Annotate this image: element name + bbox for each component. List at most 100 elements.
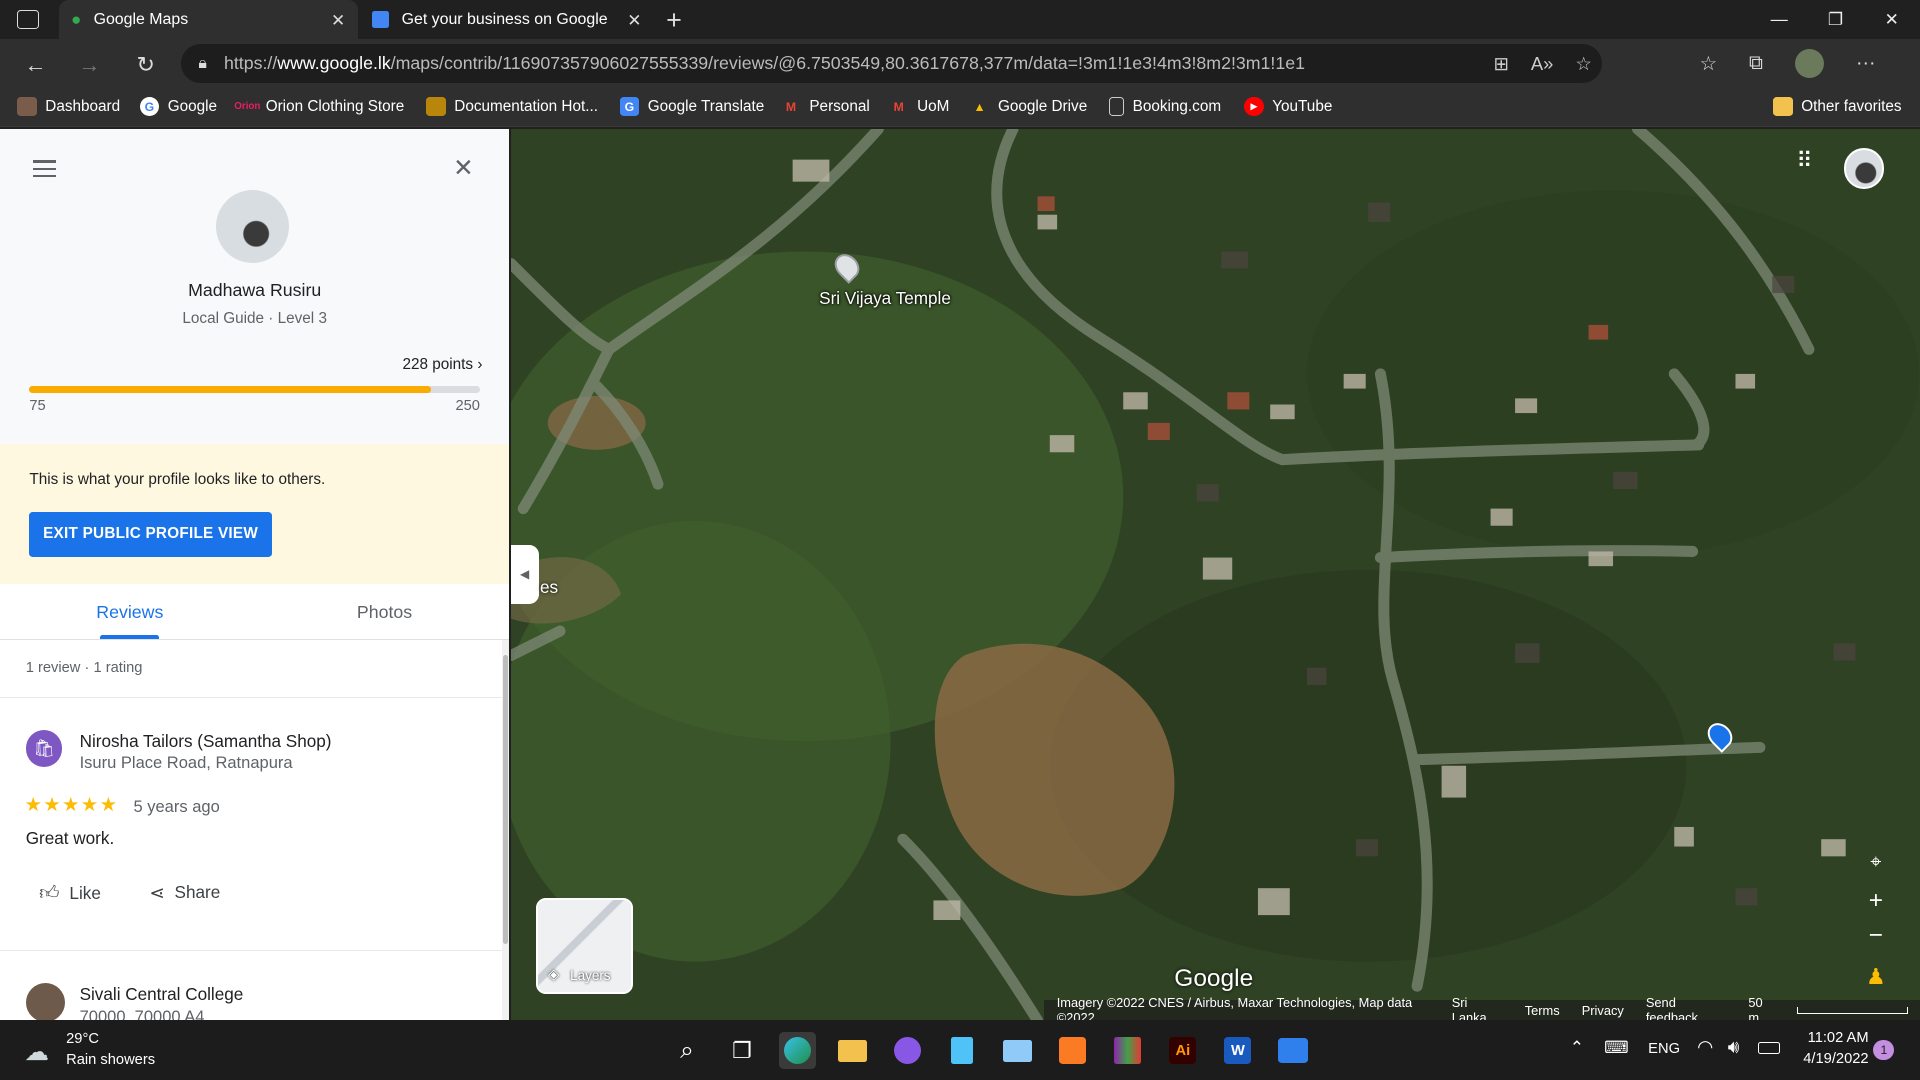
notepad-icon[interactable] <box>944 1032 981 1069</box>
add-favorite-icon[interactable]: ☆ <box>1575 53 1591 75</box>
edge-icon[interactable] <box>778 1032 816 1069</box>
account-avatar[interactable] <box>1844 148 1885 189</box>
illustrator-icon[interactable]: Ai <box>1164 1032 1201 1069</box>
feedback-link[interactable]: Send feedback <box>1646 995 1727 1020</box>
bookmark-label: Orion Clothing Store <box>265 97 405 115</box>
minimize-icon[interactable]: — <box>1751 0 1807 39</box>
thumbs-up-icon: 👍︎ <box>39 881 60 904</box>
notification-badge[interactable]: 1 <box>1873 1039 1895 1061</box>
profile-name: Madhawa Rusiru <box>188 280 322 301</box>
bookmark-translate[interactable]: G Google Translate <box>619 88 764 125</box>
file-explorer-icon[interactable] <box>834 1032 871 1069</box>
weather-desc[interactable]: Rain showers <box>66 1052 155 1068</box>
close-icon[interactable]: ✕ <box>453 153 474 183</box>
review-place-name[interactable]: Nirosha Tailors (Samantha Shop) <box>80 731 332 752</box>
scrollbar-thumb[interactable] <box>503 655 509 945</box>
volume-icon[interactable]: 🔊︎ <box>1728 1036 1740 1058</box>
share-icon: ⋖ <box>149 881 165 903</box>
close-tab-icon[interactable]: ✕ <box>627 10 641 31</box>
bookmark-booking[interactable]: Booking.com <box>1109 88 1221 125</box>
favorites-icon[interactable]: ☆ <box>1700 52 1718 76</box>
close-tab-icon[interactable]: ✕ <box>331 10 345 31</box>
bookmark-documentation[interactable]: Documentation Hot... <box>426 88 598 125</box>
review-card: Sivali Central College 70000, 70000 A4 <box>0 951 502 1020</box>
more-menu-icon[interactable]: ··· <box>1856 52 1876 75</box>
profile-avatar-icon[interactable] <box>1794 48 1825 79</box>
start-icon[interactable] <box>612 1032 649 1069</box>
keyboard-icon[interactable]: ⌨ <box>1604 1037 1629 1058</box>
language-indicator[interactable]: ENG <box>1648 1041 1680 1057</box>
close-window-icon[interactable]: ✕ <box>1864 0 1920 39</box>
exit-public-profile-button[interactable]: EXIT PUBLIC PROFILE VIEW <box>29 511 272 558</box>
menu-icon[interactable] <box>33 160 57 178</box>
pegman-icon[interactable]: ♟ <box>1859 960 1893 994</box>
documentation-icon <box>426 96 446 117</box>
word-icon[interactable]: W <box>1220 1032 1257 1069</box>
apps-available-icon[interactable]: ⊞ <box>1493 53 1508 75</box>
google-apps-icon[interactable]: ⠿ <box>1796 149 1813 171</box>
points-link[interactable]: 228 points › <box>367 356 482 374</box>
restore-icon[interactable]: ❐ <box>1807 0 1863 39</box>
share-button[interactable]: ⋖ Share <box>149 882 220 904</box>
bookmark-drive[interactable]: ▲ Google Drive <box>970 88 1088 125</box>
layers-button[interactable]: ◈ Layers <box>536 897 634 995</box>
tab-reviews[interactable]: Reviews <box>0 584 260 640</box>
bookmark-google[interactable]: G Google <box>139 88 217 125</box>
country-link[interactable]: Sri Lanka <box>1452 995 1503 1020</box>
bookmarks-bar: Dashboard G Google Orion Orion Clothing St… <box>0 88 1920 128</box>
review-place-address: Isuru Place Road, Ratnapura <box>79 753 293 773</box>
terms-link[interactable]: Terms <box>1525 1003 1560 1018</box>
wifi-icon[interactable]: ◠ <box>1697 1036 1713 1058</box>
weather-temp[interactable]: 29°C <box>66 1031 99 1047</box>
tab-title: Get your business on Google <box>401 10 608 28</box>
new-tab-button[interactable]: + <box>666 5 682 36</box>
weather-icon[interactable]: ☁ <box>24 1037 48 1067</box>
xampp-icon[interactable] <box>1054 1032 1091 1069</box>
privacy-link[interactable]: Privacy <box>1582 1003 1624 1018</box>
bookmark-label: Personal <box>809 97 870 115</box>
github-icon[interactable] <box>889 1032 926 1069</box>
task-view-icon[interactable]: ❐ <box>724 1032 761 1069</box>
bookmark-orion[interactable]: Orion Orion Clothing Store <box>234 88 405 125</box>
clock-time[interactable]: 11:02 AM <box>1798 1030 1869 1046</box>
google-icon: G <box>139 96 160 117</box>
attribution-text: Imagery ©2022 CNES / Airbus, Maxar Techn… <box>1056 995 1413 1020</box>
battery-icon[interactable] <box>1758 1042 1781 1055</box>
avatar <box>215 189 289 264</box>
winrar-icon[interactable] <box>1109 1032 1146 1069</box>
like-button[interactable]: 👍︎ Like <box>39 882 101 905</box>
zoom-out-icon[interactable]: − <box>1859 918 1893 952</box>
bookmark-uom[interactable]: M UoM <box>889 88 950 125</box>
layers-icon: ◈ <box>548 966 560 983</box>
place-label-temple[interactable]: Sri Vijaya Temple <box>819 288 951 309</box>
bookmark-dashboard[interactable]: Dashboard <box>17 88 120 125</box>
satellite-map[interactable]: Sri Vijaya Temple ◀ es ⠿ ◈ Layers Google… <box>510 128 1920 1020</box>
reload-icon[interactable]: ↻ <box>130 49 162 81</box>
back-arrow-icon[interactable]: ← <box>20 49 52 81</box>
my-location-icon[interactable]: ⌖ <box>1859 845 1893 879</box>
tab-photos[interactable]: Photos <box>260 584 510 640</box>
forward-arrow-icon[interactable]: → <box>73 49 105 81</box>
search-icon[interactable]: ⌕ <box>669 1032 706 1069</box>
media-player-icon[interactable] <box>1275 1032 1312 1069</box>
contributor-panel: ✕ Madhawa Rusiru Local Guide · Level 3 2… <box>0 128 510 1020</box>
tab-actions-icon[interactable] <box>17 9 40 30</box>
read-aloud-icon[interactable]: A» <box>1531 53 1553 75</box>
collapse-panel-button[interactable]: ◀ <box>510 544 539 604</box>
bookmark-youtube[interactable]: ▶ YouTube <box>1244 88 1332 125</box>
like-label: Like <box>69 882 101 903</box>
address-bar[interactable]: 🔒︎ https://www.google.lk/maps/contrib/11… <box>181 44 1602 84</box>
tab-google-maps[interactable]: ● Google Maps ✕ <box>58 0 358 40</box>
scale-label[interactable]: 50 m <box>1748 995 1775 1020</box>
bookmark-personal[interactable]: M Personal <box>781 88 870 125</box>
page-icon <box>1109 96 1125 117</box>
other-favorites[interactable]: Other favorites <box>1773 88 1902 125</box>
photos-icon[interactable] <box>999 1032 1036 1069</box>
clock-date[interactable]: 4/19/2022 <box>1798 1051 1868 1067</box>
zoom-in-icon[interactable]: + <box>1859 884 1893 918</box>
collections-icon[interactable]: ⧉ <box>1749 52 1763 75</box>
show-hidden-icons[interactable]: ⌃ <box>1570 1037 1584 1058</box>
review-place-name[interactable]: Sivali Central College <box>80 984 244 1005</box>
public-view-notice: This is what your profile looks like to … <box>0 444 510 585</box>
tab-get-business[interactable]: Get your business on Google ✕ <box>360 0 654 39</box>
